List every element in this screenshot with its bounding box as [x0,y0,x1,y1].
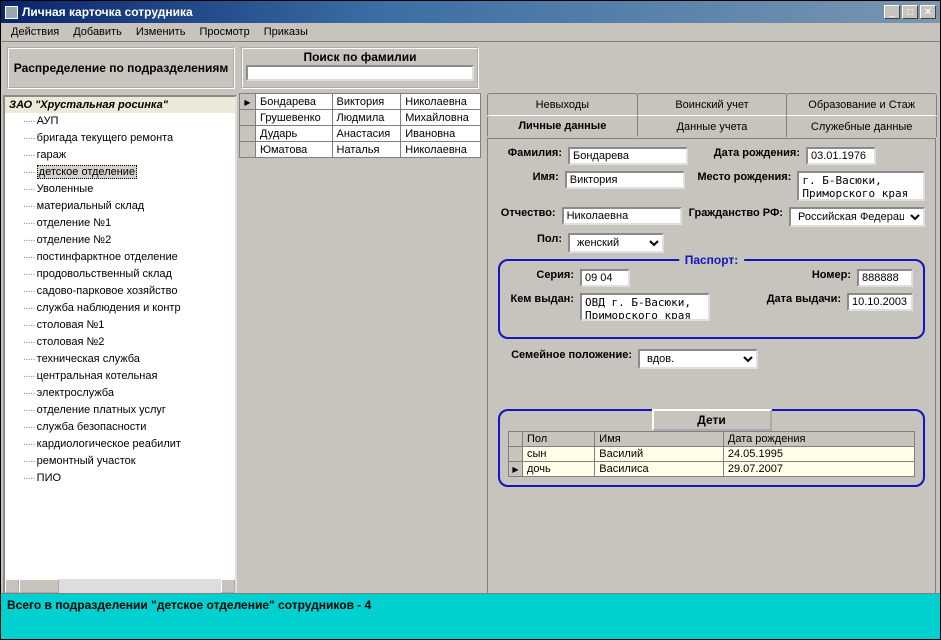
close-button[interactable]: ✕ [920,5,936,19]
table-row[interactable]: ЮматоваНатальяНиколаевна [240,142,481,158]
label-dob: Дата рождения: [694,147,800,159]
tree-root[interactable]: ЗАО "Хрустальная росинка" [5,97,235,113]
window: Личная карточка сотрудника _ □ ✕ Действи… [0,0,941,640]
label-passport-issuedby: Кем выдан: [510,293,574,305]
search-label: Поиск по фамилии [303,49,416,65]
tree-item[interactable]: служба наблюдения и контр [23,300,235,317]
table-row[interactable]: ДударьАнастасияИвановна [240,126,481,142]
label-marital: Семейное положение: [498,349,632,361]
tabs: НевыходыВоинский учетОбразование и Стаж … [487,93,936,137]
table-row[interactable]: сынВасилий24.05.1995 [509,447,915,462]
select-sex[interactable]: женский [568,233,664,253]
tree-item[interactable]: материальный склад [23,198,235,215]
select-citizenship[interactable]: Российская Федерация [789,207,925,227]
menubar: Действия Добавить Изменить Просмотр Прик… [1,23,940,42]
tab[interactable]: Личные данные [487,115,638,137]
tree-item[interactable]: детское отделение [23,164,235,181]
tree-item[interactable]: техническая служба [23,351,235,368]
tree-item[interactable]: Уволенные [23,181,235,198]
label-passport-series: Серия: [510,269,574,281]
tab[interactable]: Воинский учет [637,93,788,115]
label-passport-issuedate: Дата выдачи: [767,293,841,305]
input-passport-issuedby[interactable] [580,293,710,321]
input-patronymic[interactable] [562,207,682,225]
scroll-left-button[interactable] [5,579,19,593]
tree-item[interactable]: электрослужба [23,385,235,402]
minimize-button[interactable]: _ [884,5,900,19]
scroll-thumb[interactable] [19,579,59,593]
input-dob[interactable] [806,147,876,165]
select-marital[interactable]: вдов. [638,349,758,369]
children-button[interactable]: Дети [652,409,772,431]
search-input[interactable] [246,65,474,81]
tree-item[interactable]: гараж [23,147,235,164]
tree-item[interactable]: ремонтный участок [23,453,235,470]
menu-item[interactable]: Добавить [67,25,128,39]
tab[interactable]: Образование и Стаж [786,93,937,115]
tree-item[interactable]: центральная котельная [23,368,235,385]
input-pob[interactable] [797,171,925,201]
input-passport-issuedate[interactable] [847,293,913,311]
horizontal-scrollbar[interactable] [5,579,235,593]
input-passport-series[interactable] [580,269,630,287]
label-passport-number: Номер: [812,269,851,281]
children-grid[interactable]: ПолИмяДата рождениясынВасилий24.05.1995д… [508,431,915,477]
tab[interactable]: Невыходы [487,93,638,115]
input-passport-number[interactable] [857,269,913,287]
label-sex: Пол: [498,233,562,245]
tree-view[interactable]: ЗАО "Хрустальная росинка" АУПбригада тек… [3,95,237,595]
menu-item[interactable]: Просмотр [193,25,255,39]
label-patronymic: Отчество: [498,207,556,219]
tree-item[interactable]: ПИО [23,470,235,487]
table-row[interactable]: дочьВасилиса29.07.2007 [509,462,915,477]
tree-item[interactable]: отделение платных услуг [23,402,235,419]
label-citizenship: Гражданство РФ: [688,207,783,219]
tree-item[interactable]: столовая №1 [23,317,235,334]
label-firstname: Имя: [498,171,559,183]
children-group: Дети ПолИмяДата рождениясынВасилий24.05.… [498,409,925,487]
passport-legend: Паспорт: [679,253,745,267]
titlebar: Личная карточка сотрудника _ □ ✕ [1,1,940,23]
passport-group: Паспорт: Серия: Номер: Кем выдан: Дата в… [498,259,925,339]
window-title: Личная карточка сотрудника [22,5,884,19]
tree-item[interactable]: столовая №2 [23,334,235,351]
menu-item[interactable]: Действия [5,25,65,39]
input-lastname[interactable] [568,147,688,165]
tree-item[interactable]: садово-парковое хозяйство [23,283,235,300]
tree-header: Распределение по подразделениям [7,47,235,89]
status-bar: Всего в подразделении "детское отделение… [1,593,940,639]
employee-grid[interactable]: БондареваВикторияНиколаевнаГрушевенкоЛюд… [239,93,481,158]
tree-item[interactable]: продовольственный склад [23,266,235,283]
menu-item[interactable]: Приказы [258,25,314,39]
tree-item[interactable]: бригада текущего ремонта [23,130,235,147]
input-firstname[interactable] [565,171,685,189]
tree-item[interactable]: кардиологическое реабилит [23,436,235,453]
label-lastname: Фамилия: [498,147,562,159]
scroll-right-button[interactable] [221,579,235,593]
tab[interactable]: Служебные данные [786,115,937,137]
tree-item[interactable]: отделение №1 [23,215,235,232]
table-row[interactable]: БондареваВикторияНиколаевна [240,94,481,110]
search-panel: Поиск по фамилии [241,47,479,89]
form-personal-data: Фамилия: Дата рождения: Имя: Место рожде… [487,138,936,596]
maximize-button[interactable]: □ [902,5,918,19]
tree-item[interactable]: постинфарктное отделение [23,249,235,266]
table-row[interactable]: ГрушевенкоЛюдмилаМихайловна [240,110,481,126]
label-pob: Место рождения: [691,171,792,183]
menu-item[interactable]: Изменить [130,25,192,39]
app-icon [5,6,18,19]
tab[interactable]: Данные учета [637,115,788,137]
tree-item[interactable]: АУП [23,113,235,130]
tree-item[interactable]: служба безопасности [23,419,235,436]
tree-item[interactable]: отделение №2 [23,232,235,249]
